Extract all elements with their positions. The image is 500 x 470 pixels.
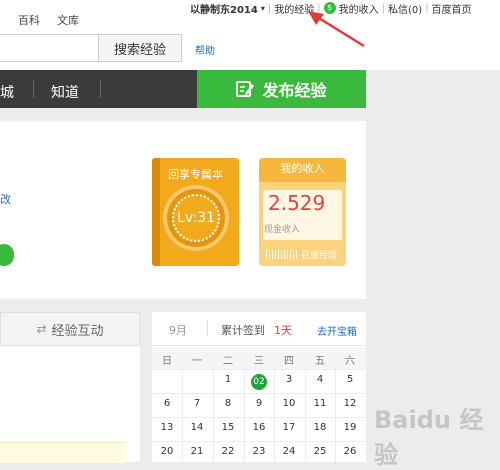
calendar-day[interactable]: 5 [335,374,365,385]
calendar-day[interactable]: 13 [152,422,182,433]
tab-interaction[interactable]: ⇄ 经验互动 [0,312,140,346]
calendar-day[interactable]: 23 [244,446,274,457]
calendar-day[interactable]: 22 [213,446,243,457]
signin-label: 累计签到 [221,324,265,337]
annotation-arrow [308,11,365,48]
username[interactable]: 以静制东2014 [190,1,258,16]
tab-label: 经验互动 [51,323,104,339]
income-title: 我的收入 [259,158,346,182]
notice-bar [0,442,125,463]
nav-item-mall[interactable]: 城 [0,82,14,102]
grid-line [152,441,366,442]
edit-icon [236,81,255,97]
calendar-day[interactable]: 11 [305,398,335,409]
income-label: 现金收入 [264,225,301,235]
publish-button[interactable]: 发布经验 [197,70,366,108]
grid-line [335,369,336,462]
grid-line [244,369,245,462]
chevron-down-icon[interactable]: ▾ [261,4,265,13]
calendar-day[interactable]: 10 [274,398,304,409]
weekday-label: 三 [254,356,264,367]
income-value: 2.529 [268,191,326,215]
level-badge: Lv:31 [172,194,220,242]
signin-days: 1天 [274,324,292,337]
watermark: Baidu 经验 [374,406,484,469]
calendar-divider [207,320,208,336]
calendar-day[interactable]: 19 [335,422,365,433]
barcode-icon [266,250,299,259]
calendar-day[interactable]: 20 [152,446,182,457]
calendar-day[interactable]: 25 [305,446,335,457]
book-title: 回享专属本 [168,168,223,181]
swap-icon: ⇄ [36,322,47,336]
nav-baike[interactable]: 百科 [18,12,40,28]
weekday-label: 六 [345,356,355,367]
baidu-home-link[interactable]: 百度首页 [432,1,472,16]
calendar-day[interactable]: 8 [213,398,243,409]
calendar-day[interactable]: 9 [244,398,274,409]
weekday-label: 日 [162,356,172,367]
search-button[interactable]: 搜索经验 [98,34,182,62]
search-input[interactable] [0,34,98,62]
calendar-day[interactable]: 7 [182,398,212,409]
calendar-day[interactable]: 15 [213,422,243,433]
calendar-day[interactable]: 6 [152,398,182,409]
calendar-day[interactable]: 24 [274,446,304,457]
calendar-day[interactable]: 02 [244,374,274,390]
calendar-day[interactable]: 18 [305,422,335,433]
income-footer: 百度经验 [266,248,337,261]
income-brand: 百度经验 [301,251,338,261]
grid-line [274,369,275,462]
help-link[interactable]: 帮助 [195,42,215,57]
publish-label: 发布经验 [262,81,327,100]
calendar-day[interactable]: 1 [213,374,243,385]
grid-line [182,369,183,462]
calendar-day[interactable]: 4 [305,374,335,385]
weekday-label: 五 [315,356,325,367]
nav-item-zhidao[interactable]: 知道 [51,82,79,102]
grid-line [305,369,306,462]
grid-line [152,417,366,418]
nav-divider [33,80,34,98]
nav-divider [100,80,101,98]
weekday-label: 四 [284,356,294,367]
calendar-day[interactable]: 21 [182,446,212,457]
calendar-day[interactable]: 3 [274,374,304,385]
calendar-day[interactable]: 12 [335,398,365,409]
open-treasure-link[interactable]: 去开宝箱 [317,323,357,338]
weekday-label: 一 [192,356,202,367]
grid-line [152,393,366,394]
calendar-day[interactable]: 17 [274,422,304,433]
nav-wenku[interactable]: 文库 [57,12,79,28]
grid-line [152,369,366,370]
edit-profile-link[interactable]: 改 [0,191,11,207]
today-marker: 02 [251,374,267,390]
calendar-day[interactable]: 26 [335,446,365,457]
calendar-month: 9月 [169,324,187,337]
weekday-label: 二 [223,356,233,367]
calendar-day[interactable]: 16 [244,422,274,433]
calendar-day[interactable]: 14 [182,422,212,433]
messages-link[interactable]: 私信(0) [388,1,422,16]
grid-line [213,369,214,462]
